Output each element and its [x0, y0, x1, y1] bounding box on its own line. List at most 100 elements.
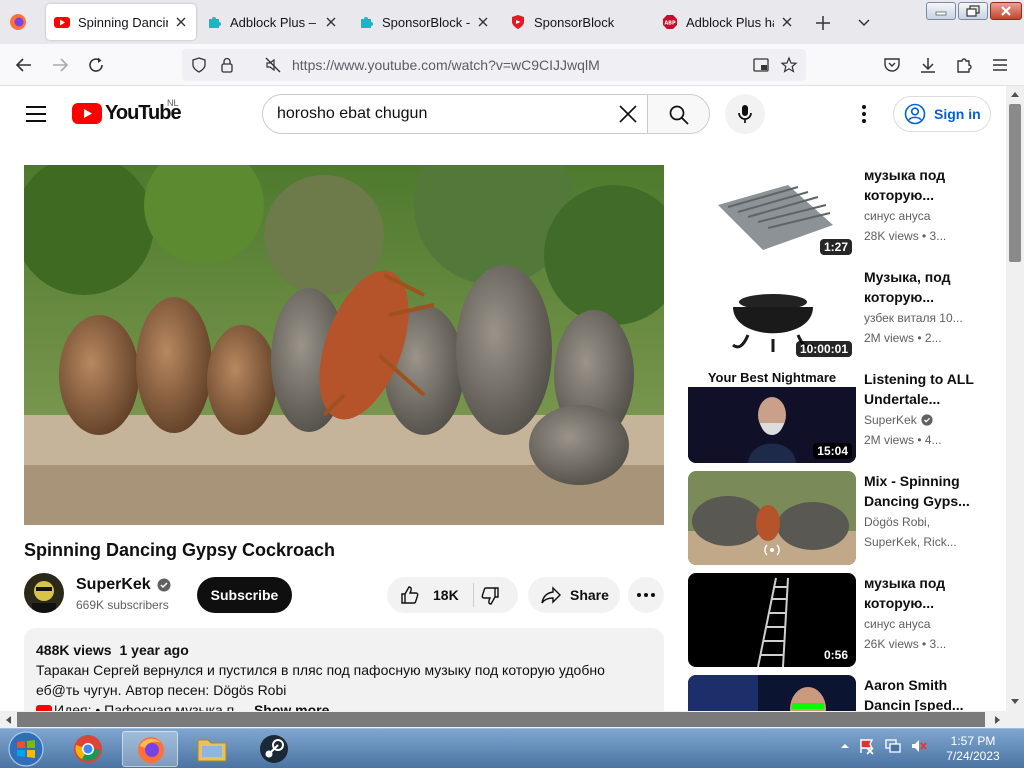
forward-arrow-icon[interactable]	[50, 55, 70, 75]
horizontal-scrollbar[interactable]	[0, 711, 1024, 728]
bookmark-star-icon[interactable]	[780, 56, 798, 74]
subscribe-button[interactable]: Subscribe	[197, 577, 292, 613]
rec-title[interactable]: музыка под которую...	[864, 165, 976, 205]
video-duration: 0:56	[819, 647, 852, 663]
youtube-logo[interactable]: YouTube	[72, 101, 182, 125]
pocket-icon[interactable]	[882, 55, 902, 75]
mix-radio-icon	[764, 544, 780, 556]
scroll-right-arrow-icon[interactable]	[994, 715, 1002, 725]
search-button[interactable]	[647, 94, 710, 134]
new-tab-plus-icon[interactable]	[812, 12, 834, 34]
sign-in-label: Sign in	[934, 106, 981, 122]
rec-thumbnail[interactable]	[688, 675, 856, 711]
sign-in-button[interactable]: Sign in	[893, 96, 991, 132]
tab-sponsorblock-skip[interactable]: SponsorBlock - Skip Sponsorships	[350, 4, 498, 40]
rec-title[interactable]: Listening to ALL Undertale...	[864, 369, 976, 409]
vertical-scroll-thumb[interactable]	[1009, 104, 1021, 262]
vertical-scrollbar[interactable]	[1006, 86, 1024, 711]
rec-thumbnail[interactable]	[688, 471, 856, 565]
address-bar[interactable]: https://www.youtube.com/watch?v=wC9CIJJw…	[182, 49, 806, 81]
picture-in-picture-icon[interactable]	[752, 56, 770, 74]
channel-name[interactable]: SuperKek	[76, 576, 171, 594]
rec-thumbnail[interactable]: 0:56	[688, 573, 856, 667]
lock-icon[interactable]	[218, 56, 236, 74]
settings-more-vertical-icon[interactable]	[852, 102, 876, 126]
autoplay-blocked-icon[interactable]	[264, 56, 282, 74]
action-center-flag-icon[interactable]	[858, 735, 876, 757]
chrome-icon	[74, 735, 102, 763]
rec-views: 28K views • 3...	[864, 229, 947, 243]
horizontal-scroll-thumb[interactable]	[17, 712, 985, 727]
rec-views: 2M views • 4...	[864, 433, 942, 447]
explorer-taskbar-button[interactable]	[184, 731, 240, 767]
recommendation-item[interactable]: 0:56 музыка под которую... синус ануса 2…	[688, 573, 988, 667]
more-actions-button[interactable]	[628, 577, 664, 613]
description-text: Таракан Сергей вернулся и пустился в пля…	[36, 662, 605, 698]
back-arrow-icon[interactable]	[14, 55, 34, 75]
tab-youtube[interactable]: Spinning Dancing Gypsy Cockroach - YouTu…	[46, 4, 196, 40]
maximize-window-button[interactable]	[958, 2, 988, 20]
recommendation-item[interactable]: 1:27 музыка под которую... синус ануса 2…	[688, 165, 988, 259]
chrome-taskbar-button[interactable]	[60, 731, 116, 767]
firefox-view-icon[interactable]	[8, 12, 28, 32]
share-button[interactable]: Share	[528, 577, 620, 613]
recommendation-item[interactable]: Aaron Smith Dancin [sped...	[688, 675, 988, 711]
show-more-link[interactable]: Show more	[254, 702, 329, 711]
rec-thumbnail[interactable]: 1:27	[688, 165, 856, 259]
rec-thumbnail[interactable]: 10:00:01	[688, 267, 856, 361]
guide-menu-icon[interactable]	[24, 104, 48, 124]
steam-taskbar-button[interactable]	[246, 731, 302, 767]
scroll-down-arrow-icon[interactable]	[1010, 698, 1020, 706]
voice-search-button[interactable]	[725, 94, 765, 134]
like-button[interactable]: 18K	[387, 577, 473, 613]
rec-channel[interactable]: синус ануса	[864, 617, 976, 631]
rec-title[interactable]: Aaron Smith Dancin [sped...	[864, 675, 976, 711]
close-tab-icon[interactable]	[476, 15, 490, 29]
youtube-play-logo-icon	[72, 102, 102, 124]
reload-icon[interactable]	[86, 55, 106, 75]
rec-views: SuperKek, Rick...	[864, 535, 957, 549]
close-tab-icon[interactable]	[324, 15, 338, 29]
recommendation-item[interactable]: Your Best Nightmare 15:04 Listening to A…	[688, 369, 988, 463]
rec-thumbnail[interactable]: Your Best Nightmare 15:04	[688, 369, 856, 463]
rec-channel[interactable]: Dögös Robi,	[864, 515, 976, 529]
recommendation-item[interactable]: Mix - Spinning Dancing Gyps... Dögös Rob…	[688, 471, 988, 565]
close-window-button[interactable]	[990, 2, 1022, 20]
rec-title[interactable]: Музыка, под которую...	[864, 267, 976, 307]
channel-avatar[interactable]	[24, 573, 64, 613]
rec-title[interactable]: Mix - Spinning Dancing Gyps...	[864, 471, 976, 511]
thumbs-down-icon[interactable]	[479, 585, 501, 607]
close-tab-icon[interactable]	[780, 15, 794, 29]
search-box[interactable]	[262, 94, 648, 134]
channel-name-text: SuperKek	[76, 576, 151, 593]
search-input[interactable]	[277, 105, 597, 123]
tab-adblock-get[interactable]: Adblock Plus – Get this Extension	[198, 4, 346, 40]
network-icon[interactable]	[884, 735, 902, 757]
list-all-tabs-chevron-icon[interactable]	[855, 13, 873, 31]
description-box[interactable]: 488K views 1 year ago Таракан Сергей верн…	[24, 628, 664, 711]
rec-title[interactable]: музыка под которую...	[864, 573, 976, 613]
like-divider	[473, 583, 474, 607]
taskbar-clock[interactable]: 1:57 PM 7/24/2023	[940, 734, 1006, 764]
video-player[interactable]	[24, 165, 664, 525]
recommendation-item[interactable]: 10:00:01 Музыка, под которую... узбек ви…	[688, 267, 988, 361]
tab-adblock-installed[interactable]: ABP Adblock Plus has been installed	[654, 4, 802, 40]
volume-muted-icon[interactable]	[910, 735, 928, 757]
windows-start-icon[interactable]	[4, 730, 48, 768]
minimize-window-button[interactable]	[926, 2, 956, 20]
tracking-shield-icon[interactable]	[190, 56, 208, 74]
rec-channel[interactable]: синус ануса	[864, 209, 976, 223]
close-tab-icon[interactable]	[174, 15, 188, 29]
scroll-up-arrow-icon[interactable]	[1010, 90, 1020, 98]
firefox-taskbar-button[interactable]	[122, 731, 178, 767]
scroll-left-arrow-icon[interactable]	[4, 715, 12, 725]
rec-channel[interactable]: узбек виталя 10...	[864, 311, 976, 325]
clear-search-icon[interactable]	[617, 103, 639, 125]
rec-channel[interactable]: SuperKek	[864, 413, 976, 427]
tab-sponsorblock[interactable]: SponsorBlock	[502, 4, 650, 40]
extensions-puzzle-icon[interactable]	[954, 55, 974, 75]
downloads-icon[interactable]	[918, 55, 938, 75]
show-hidden-icons-arrow-icon[interactable]	[840, 735, 850, 757]
app-menu-icon[interactable]	[990, 55, 1010, 75]
like-count: 18K	[433, 587, 459, 603]
